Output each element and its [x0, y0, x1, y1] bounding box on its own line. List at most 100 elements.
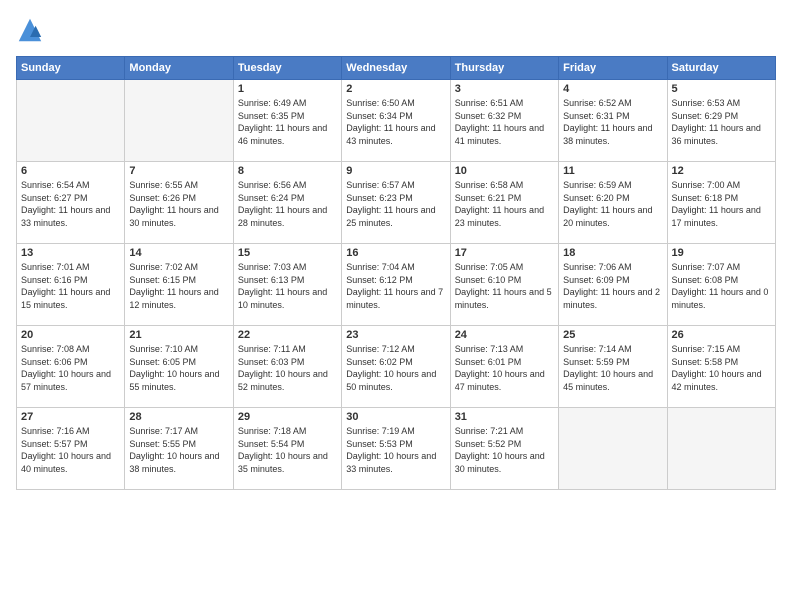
- day-number: 28: [129, 411, 228, 423]
- calendar-cell: 1 Sunrise: 6:49 AM Sunset: 6:35 PM Daylig…: [233, 80, 341, 162]
- calendar-cell: 6Sunrise: 6:54 AM Sunset: 6:27 PM Daylig…: [17, 162, 125, 244]
- day-info: Sunrise: 7:17 AM Sunset: 5:55 PM Dayligh…: [129, 425, 228, 475]
- calendar-cell: [125, 80, 233, 162]
- calendar-cell: 19 Sunrise: 7:07 AM Sunset: 6:08 PM Dayli…: [667, 244, 775, 326]
- header: [16, 16, 776, 44]
- day-number: 5: [672, 83, 771, 95]
- logo-icon: [16, 16, 44, 44]
- day-number: 1: [238, 83, 337, 95]
- calendar-cell: 24 Sunrise: 7:13 AM Sunset: 6:01 PM Dayli…: [450, 326, 558, 408]
- week-row-5: 27 Sunrise: 7:16 AM Sunset: 5:57 PM Dayli…: [17, 408, 776, 490]
- day-number: 17: [455, 247, 554, 259]
- day-number: 6: [21, 165, 120, 177]
- day-info: Sunrise: 7:07 AM Sunset: 6:08 PM Dayligh…: [672, 261, 771, 311]
- day-number: 18: [563, 247, 662, 259]
- day-info: Sunrise: 7:21 AM Sunset: 5:52 PM Dayligh…: [455, 425, 554, 475]
- calendar-cell: 17 Sunrise: 7:05 AM Sunset: 6:10 PM Dayli…: [450, 244, 558, 326]
- day-number: 13: [21, 247, 120, 259]
- day-info: Sunrise: 7:15 AM Sunset: 5:58 PM Dayligh…: [672, 343, 771, 393]
- day-info: Sunrise: 6:51 AM Sunset: 6:32 PM Dayligh…: [455, 97, 554, 147]
- calendar-cell: 27 Sunrise: 7:16 AM Sunset: 5:57 PM Dayli…: [17, 408, 125, 490]
- day-number: 12: [672, 165, 771, 177]
- day-number: 19: [672, 247, 771, 259]
- day-info: Sunrise: 7:06 AM Sunset: 6:09 PM Dayligh…: [563, 261, 662, 311]
- day-info: Sunrise: 6:59 AM Sunset: 6:20 PM Dayligh…: [563, 179, 662, 229]
- calendar-cell: [559, 408, 667, 490]
- day-info: Sunrise: 6:49 AM Sunset: 6:35 PM Dayligh…: [238, 97, 337, 147]
- calendar-cell: 29 Sunrise: 7:18 AM Sunset: 5:54 PM Dayli…: [233, 408, 341, 490]
- day-info: Sunrise: 7:02 AM Sunset: 6:15 PM Dayligh…: [129, 261, 228, 311]
- day-number: 26: [672, 329, 771, 341]
- calendar-header-row: SundayMondayTuesdayWednesdayThursdayFrid…: [17, 57, 776, 80]
- day-number: 31: [455, 411, 554, 423]
- calendar-cell: 4 Sunrise: 6:52 AM Sunset: 6:31 PM Daylig…: [559, 80, 667, 162]
- calendar-cell: 26 Sunrise: 7:15 AM Sunset: 5:58 PM Dayli…: [667, 326, 775, 408]
- calendar-cell: 12 Sunrise: 7:00 AM Sunset: 6:18 PM Dayli…: [667, 162, 775, 244]
- day-info: Sunrise: 6:52 AM Sunset: 6:31 PM Dayligh…: [563, 97, 662, 147]
- day-number: 4: [563, 83, 662, 95]
- day-number: 7: [129, 165, 228, 177]
- day-info: Sunrise: 6:56 AM Sunset: 6:24 PM Dayligh…: [238, 179, 337, 229]
- calendar-cell: 3 Sunrise: 6:51 AM Sunset: 6:32 PM Daylig…: [450, 80, 558, 162]
- calendar-cell: 11 Sunrise: 6:59 AM Sunset: 6:20 PM Dayli…: [559, 162, 667, 244]
- day-number: 24: [455, 329, 554, 341]
- header-saturday: Saturday: [667, 57, 775, 80]
- day-info: Sunrise: 7:03 AM Sunset: 6:13 PM Dayligh…: [238, 261, 337, 311]
- calendar-cell: 25 Sunrise: 7:14 AM Sunset: 5:59 PM Dayli…: [559, 326, 667, 408]
- calendar-cell: 10 Sunrise: 6:58 AM Sunset: 6:21 PM Dayli…: [450, 162, 558, 244]
- header-tuesday: Tuesday: [233, 57, 341, 80]
- calendar-cell: 22 Sunrise: 7:11 AM Sunset: 6:03 PM Dayli…: [233, 326, 341, 408]
- day-info: Sunrise: 7:11 AM Sunset: 6:03 PM Dayligh…: [238, 343, 337, 393]
- day-info: Sunrise: 7:18 AM Sunset: 5:54 PM Dayligh…: [238, 425, 337, 475]
- calendar-cell: [17, 80, 125, 162]
- calendar-cell: 31 Sunrise: 7:21 AM Sunset: 5:52 PM Dayli…: [450, 408, 558, 490]
- day-number: 21: [129, 329, 228, 341]
- day-info: Sunrise: 7:16 AM Sunset: 5:57 PM Dayligh…: [21, 425, 120, 475]
- calendar-cell: 13Sunrise: 7:01 AM Sunset: 6:16 PM Dayli…: [17, 244, 125, 326]
- day-number: 14: [129, 247, 228, 259]
- day-number: 3: [455, 83, 554, 95]
- day-number: 16: [346, 247, 445, 259]
- calendar-cell: 15Sunrise: 7:03 AM Sunset: 6:13 PM Dayli…: [233, 244, 341, 326]
- day-number: 9: [346, 165, 445, 177]
- logo: [16, 16, 48, 44]
- day-info: Sunrise: 7:14 AM Sunset: 5:59 PM Dayligh…: [563, 343, 662, 393]
- day-number: 27: [21, 411, 120, 423]
- day-info: Sunrise: 6:58 AM Sunset: 6:21 PM Dayligh…: [455, 179, 554, 229]
- day-info: Sunrise: 7:10 AM Sunset: 6:05 PM Dayligh…: [129, 343, 228, 393]
- day-info: Sunrise: 6:57 AM Sunset: 6:23 PM Dayligh…: [346, 179, 445, 229]
- week-row-3: 13Sunrise: 7:01 AM Sunset: 6:16 PM Dayli…: [17, 244, 776, 326]
- day-info: Sunrise: 6:55 AM Sunset: 6:26 PM Dayligh…: [129, 179, 228, 229]
- day-number: 29: [238, 411, 337, 423]
- day-number: 23: [346, 329, 445, 341]
- calendar-cell: 30 Sunrise: 7:19 AM Sunset: 5:53 PM Dayli…: [342, 408, 450, 490]
- calendar-cell: 8Sunrise: 6:56 AM Sunset: 6:24 PM Daylig…: [233, 162, 341, 244]
- day-info: Sunrise: 7:08 AM Sunset: 6:06 PM Dayligh…: [21, 343, 120, 393]
- calendar-table: SundayMondayTuesdayWednesdayThursdayFrid…: [16, 56, 776, 490]
- week-row-2: 6Sunrise: 6:54 AM Sunset: 6:27 PM Daylig…: [17, 162, 776, 244]
- calendar-cell: 7 Sunrise: 6:55 AM Sunset: 6:26 PM Daylig…: [125, 162, 233, 244]
- day-info: Sunrise: 7:05 AM Sunset: 6:10 PM Dayligh…: [455, 261, 554, 311]
- calendar-cell: 14 Sunrise: 7:02 AM Sunset: 6:15 PM Dayli…: [125, 244, 233, 326]
- day-info: Sunrise: 6:53 AM Sunset: 6:29 PM Dayligh…: [672, 97, 771, 147]
- week-row-4: 20 Sunrise: 7:08 AM Sunset: 6:06 PM Dayli…: [17, 326, 776, 408]
- day-number: 22: [238, 329, 337, 341]
- week-row-1: 1 Sunrise: 6:49 AM Sunset: 6:35 PM Daylig…: [17, 80, 776, 162]
- day-info: Sunrise: 7:00 AM Sunset: 6:18 PM Dayligh…: [672, 179, 771, 229]
- header-wednesday: Wednesday: [342, 57, 450, 80]
- day-number: 20: [21, 329, 120, 341]
- calendar-cell: 21 Sunrise: 7:10 AM Sunset: 6:05 PM Dayli…: [125, 326, 233, 408]
- header-friday: Friday: [559, 57, 667, 80]
- header-monday: Monday: [125, 57, 233, 80]
- day-number: 25: [563, 329, 662, 341]
- day-info: Sunrise: 7:13 AM Sunset: 6:01 PM Dayligh…: [455, 343, 554, 393]
- day-number: 10: [455, 165, 554, 177]
- header-sunday: Sunday: [17, 57, 125, 80]
- day-info: Sunrise: 7:19 AM Sunset: 5:53 PM Dayligh…: [346, 425, 445, 475]
- calendar-cell: 28 Sunrise: 7:17 AM Sunset: 5:55 PM Dayli…: [125, 408, 233, 490]
- day-number: 2: [346, 83, 445, 95]
- calendar-cell: 9 Sunrise: 6:57 AM Sunset: 6:23 PM Daylig…: [342, 162, 450, 244]
- day-number: 30: [346, 411, 445, 423]
- day-number: 11: [563, 165, 662, 177]
- day-info: Sunrise: 7:12 AM Sunset: 6:02 PM Dayligh…: [346, 343, 445, 393]
